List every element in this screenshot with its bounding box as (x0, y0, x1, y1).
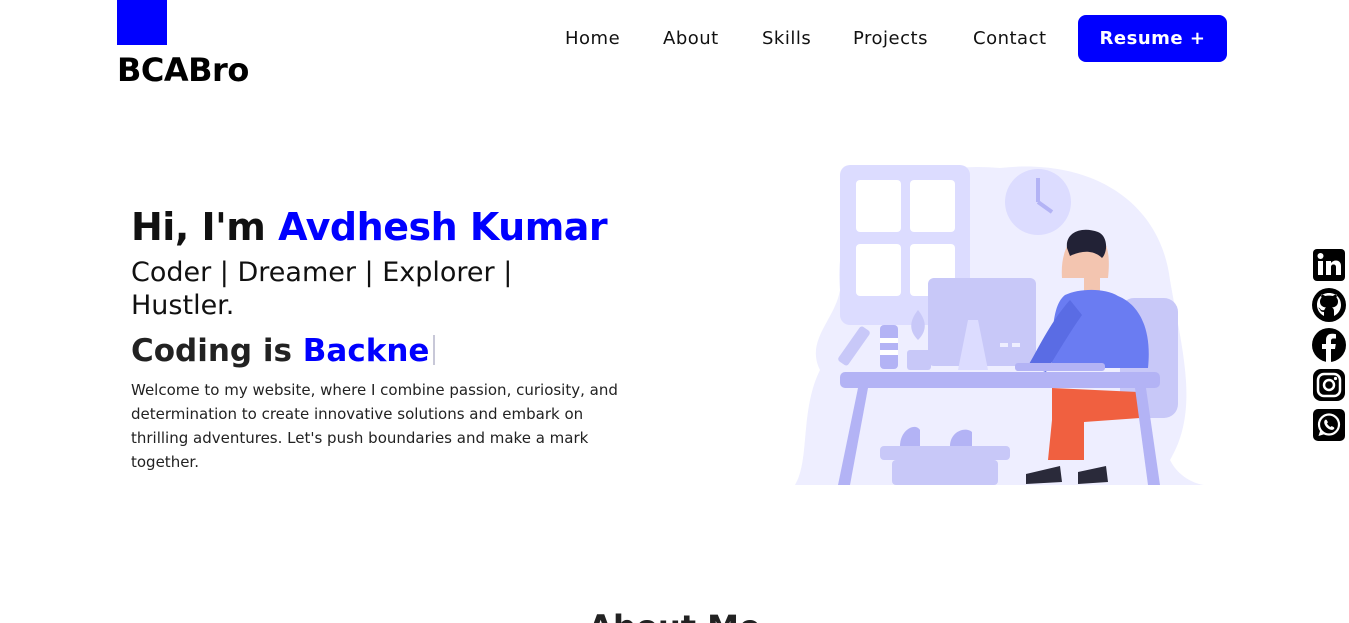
hero-name: Avdhesh Kumar (278, 205, 608, 249)
nav-skills[interactable]: Skills (762, 26, 811, 52)
whatsapp-icon[interactable] (1310, 406, 1348, 444)
greeting-prefix: Hi, I'm (131, 205, 266, 249)
instagram-icon[interactable] (1310, 366, 1348, 404)
nav-contact[interactable]: Contact (973, 26, 1047, 52)
site-header: BCABro Home About Skills Projects Contac… (0, 0, 1349, 100)
nav-about[interactable]: About (663, 26, 719, 52)
brand-logo[interactable]: BCABro (117, 50, 249, 90)
logo-square[interactable] (117, 0, 167, 45)
resume-button[interactable]: Resume + (1078, 15, 1227, 62)
hero-greeting: Hi, I'm Avdhesh Kumar (131, 200, 631, 254)
hero-tagline: Coder | Dreamer | Explorer | Hustler. (131, 257, 513, 321)
typing-caret (433, 335, 436, 365)
desk-top (840, 372, 1160, 388)
hero-intro: Welcome to my website, where I combine p… (131, 381, 618, 471)
facebook-icon[interactable] (1310, 326, 1348, 364)
nav-home[interactable]: Home (565, 26, 620, 52)
linkedin-icon[interactable] (1310, 246, 1348, 284)
basket (880, 446, 1010, 460)
cup (880, 325, 898, 369)
developer-illustration (795, 165, 1205, 486)
typing-prefix: Coding is (131, 333, 292, 369)
nav-projects[interactable]: Projects (853, 26, 928, 52)
typing-line: Coding is Backne (131, 329, 631, 373)
github-icon[interactable] (1310, 286, 1348, 324)
keyboard (1015, 363, 1105, 371)
about-section-title: About Me (0, 607, 1349, 623)
typed-text: Backne (302, 333, 430, 369)
hero-section: Hi, I'm Avdhesh Kumar Coder | Dreamer | … (131, 200, 631, 474)
